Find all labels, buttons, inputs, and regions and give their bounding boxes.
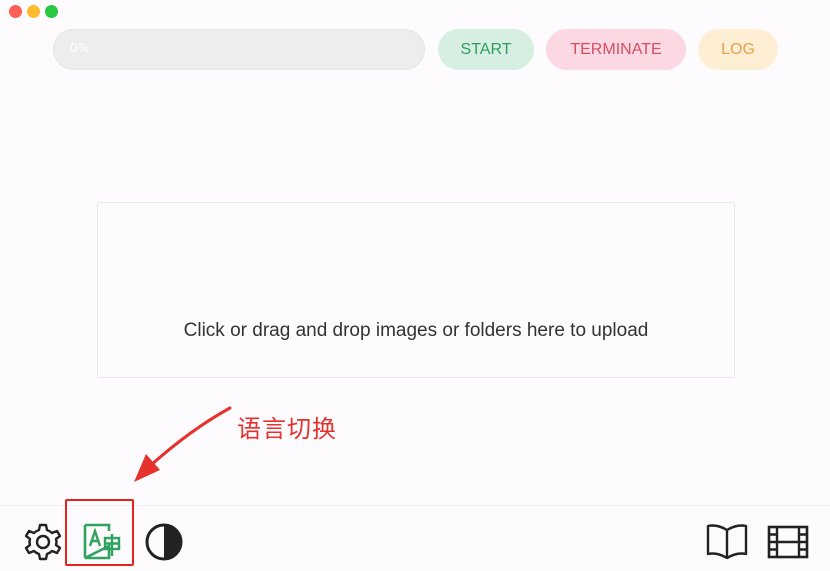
gear-icon[interactable] <box>23 522 63 566</box>
annotation-arrow <box>134 406 232 482</box>
film-icon[interactable] <box>766 522 810 566</box>
book-icon[interactable] <box>705 522 749 566</box>
language-switch-icon[interactable] <box>82 522 122 566</box>
annotation-label: 语言切换 <box>237 415 337 443</box>
theme-contrast-icon[interactable] <box>144 522 184 566</box>
